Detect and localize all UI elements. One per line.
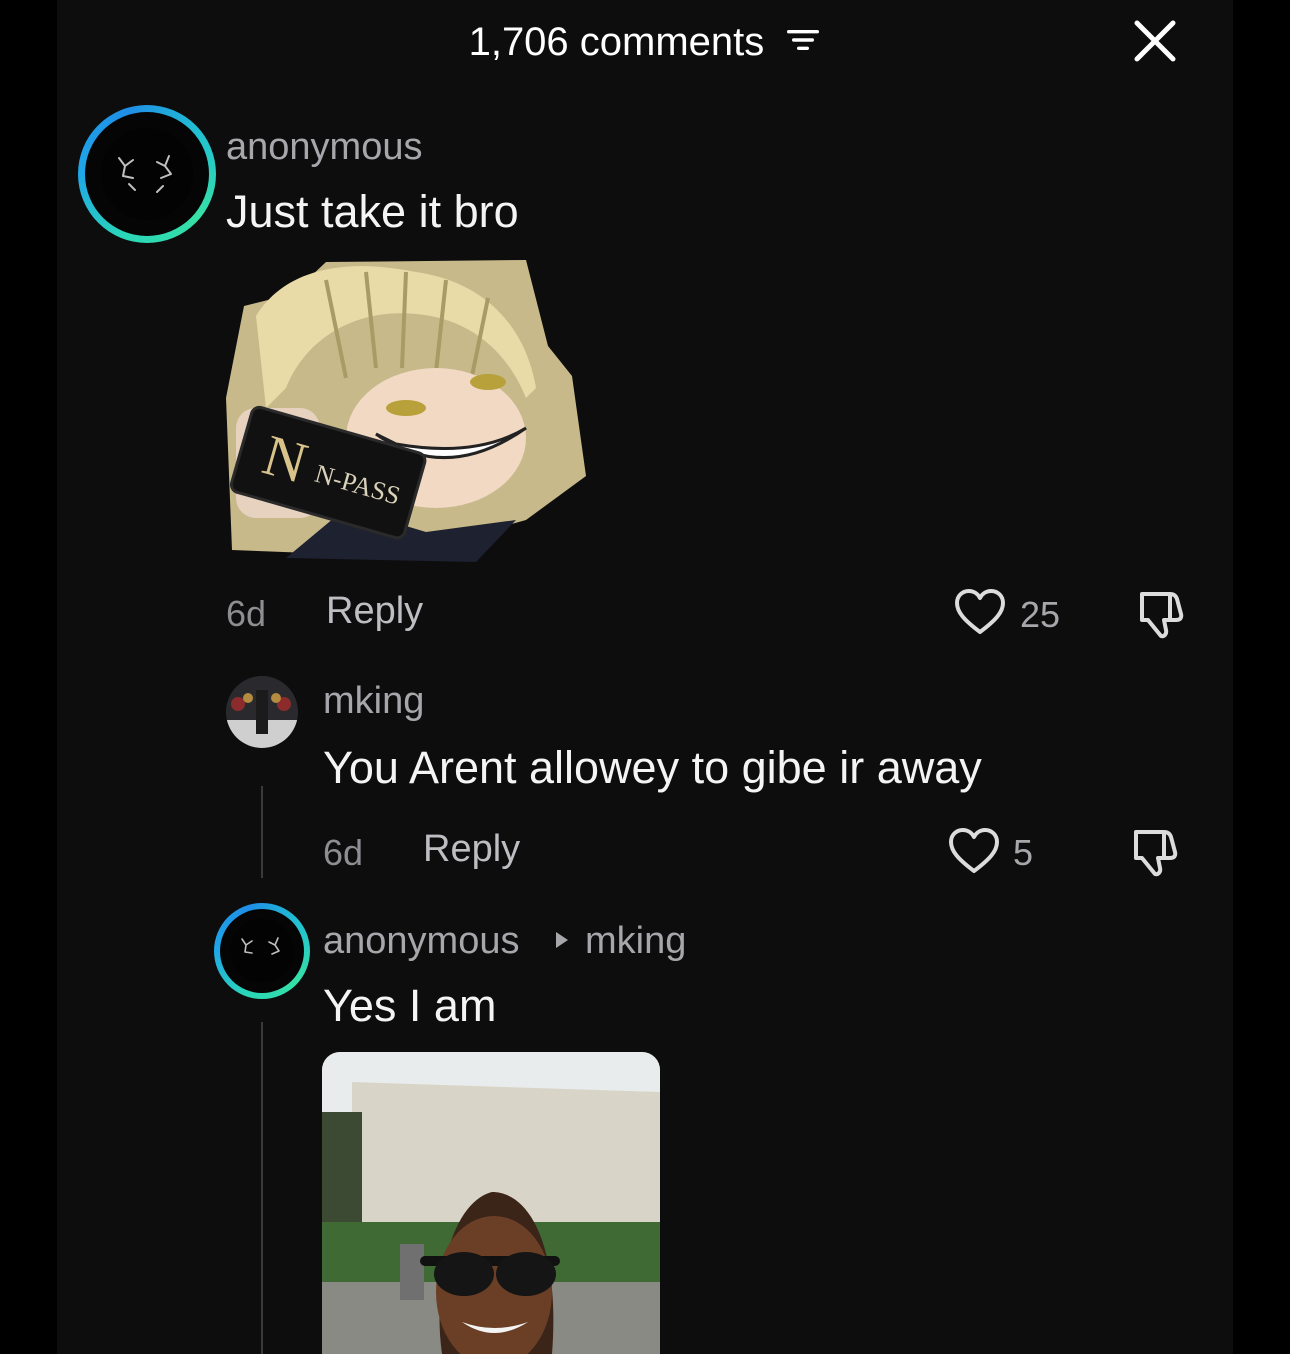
thread-line [261,786,263,878]
comment-username[interactable]: anonymous [226,126,422,169]
comment-username[interactable]: mking [323,680,424,723]
heart-icon[interactable] [948,827,1000,875]
reply-to-username[interactable]: mking [585,920,686,963]
comment-username[interactable]: anonymous [323,920,519,963]
avatar[interactable] [214,903,310,999]
reply-button[interactable]: Reply [423,828,520,871]
selfie-photo-image[interactable] [322,1052,660,1354]
heart-icon[interactable] [954,588,1006,636]
dislike-icon[interactable] [1134,588,1186,640]
comment-time: 6d [323,832,364,873]
hands-icon [101,128,193,220]
like-count: 25 [1020,594,1061,635]
like-count: 5 [1013,832,1034,873]
reply-button[interactable]: Reply [326,590,423,633]
avatar[interactable] [226,676,298,748]
thread-line [261,1022,263,1354]
comment-time: 6d [226,593,267,634]
hands-icon [230,919,294,983]
close-icon[interactable] [1132,18,1178,64]
comments-header: 1,706 comments [0,14,1290,68]
comment-text: You Arent allowey to gibe ir away [323,742,982,793]
dislike-icon[interactable] [1128,826,1180,878]
anime-sticker-image[interactable]: N N-PASS [226,258,588,562]
avatar[interactable] [78,105,216,243]
filter-icon[interactable] [785,25,821,55]
comment-text: Yes I am [323,980,497,1031]
reply-arrow-icon [556,932,568,948]
comments-count: 1,706 comments [468,20,765,65]
comment-text: Just take it bro [226,186,519,237]
